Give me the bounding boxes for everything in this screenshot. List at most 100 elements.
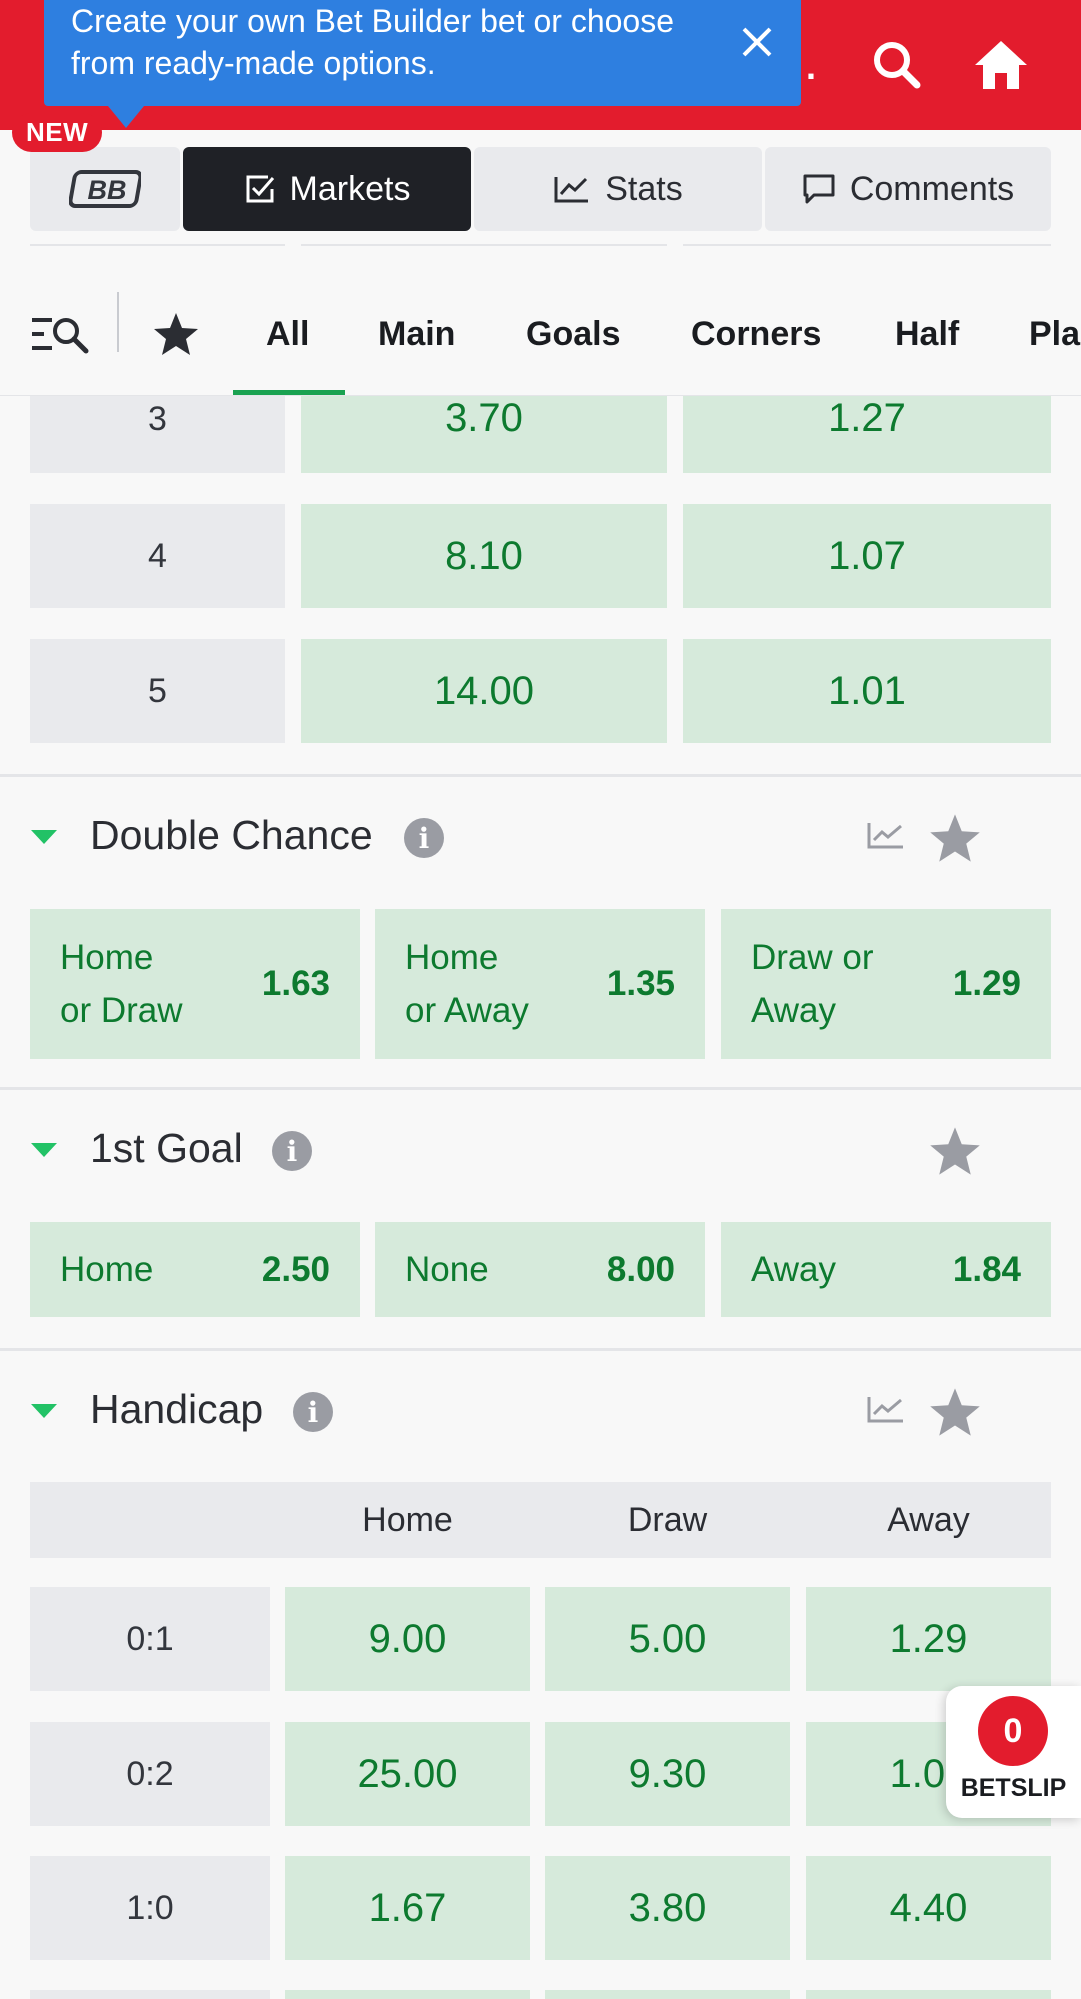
option-label: Home	[60, 938, 154, 977]
tooltip-arrow	[108, 106, 144, 128]
odds-button[interactable]: 14.00	[301, 639, 667, 743]
stats-chart-icon[interactable]	[866, 1394, 906, 1429]
column-header-home: Home	[362, 1500, 453, 1539]
search-icon[interactable]	[862, 30, 932, 100]
section-divider	[0, 1348, 1081, 1351]
table-row: 4 8.10 1.07	[30, 504, 1051, 608]
handicap-column-header: Home Draw Away	[30, 1482, 1051, 1558]
option-odds: 1.35	[606, 964, 675, 1003]
info-icon[interactable]: i	[404, 818, 444, 858]
double-chance-header[interactable]: Double Chance i	[0, 792, 1081, 882]
bet-builder-logo: BB	[69, 170, 141, 208]
double-chance-option[interactable]: Home or Away 1.35	[375, 909, 705, 1059]
odds-button[interactable]	[285, 1990, 530, 1999]
option-odds: 1.29	[952, 964, 1021, 1003]
column-header-away: Away	[887, 1500, 970, 1539]
collapse-icon[interactable]	[31, 830, 57, 844]
odds-button[interactable]: 25.00	[285, 1722, 530, 1826]
handicap-row-label: 0:1	[30, 1587, 270, 1691]
handicap-row-label: 0:2	[30, 1722, 270, 1826]
filter-players[interactable]: Pla	[1029, 272, 1080, 396]
odds-button[interactable]: 8.10	[301, 504, 667, 608]
odds-button[interactable]: 1.07	[683, 504, 1051, 608]
tab-stats-label: Stats	[605, 169, 683, 208]
double-chance-title: Double Chance	[90, 812, 373, 858]
odds-button[interactable]: 9.00	[285, 1587, 530, 1691]
header-dot: .	[806, 46, 817, 87]
table-row	[30, 1990, 1051, 1999]
odds-button[interactable]: 3.80	[545, 1856, 790, 1960]
tab-bet-builder[interactable]: BB	[30, 147, 180, 231]
first-goal-header[interactable]: 1st Goal i	[0, 1105, 1081, 1195]
goals-row-label: 3	[30, 396, 285, 473]
odds-button[interactable]	[545, 1990, 790, 1999]
favorite-star-icon[interactable]	[928, 812, 982, 869]
collapse-icon[interactable]	[31, 1143, 57, 1157]
row-stub	[301, 238, 667, 246]
odds-button[interactable]: 1.01	[683, 639, 1051, 743]
svg-text:BB: BB	[88, 175, 127, 205]
close-icon[interactable]	[729, 14, 785, 70]
tab-comments-label: Comments	[849, 169, 1015, 208]
option-label: Draw or	[751, 938, 874, 977]
section-divider	[0, 774, 1081, 777]
odds-button[interactable]: 1.29	[806, 1587, 1051, 1691]
filter-corners[interactable]: Corners	[691, 272, 821, 396]
tooltip-text: Create your own Bet Builder bet or choos…	[71, 3, 674, 81]
tab-markets[interactable]: Markets	[183, 147, 471, 231]
table-row: 0:2 25.00 9.30 1.06	[30, 1722, 1051, 1826]
info-icon[interactable]: i	[293, 1392, 333, 1432]
odds-button[interactable]: 4.40	[806, 1856, 1051, 1960]
table-row: 1:0 1.67 3.80 4.40	[30, 1856, 1051, 1960]
bet-builder-tooltip: Create your own Bet Builder bet or choos…	[44, 0, 801, 128]
new-badge: NEW	[12, 113, 103, 152]
stats-chart-icon[interactable]	[866, 820, 906, 855]
favorite-star-icon[interactable]	[928, 1125, 982, 1182]
odds-button[interactable]: 5.00	[545, 1587, 790, 1691]
odds-button[interactable]: 1.27	[683, 396, 1051, 473]
handicap-header[interactable]: Handicap i	[0, 1366, 1081, 1456]
option-label: Home	[60, 1250, 154, 1289]
tab-bar: BB Markets Stats Comments	[30, 147, 1051, 231]
star-icon[interactable]	[152, 272, 200, 396]
filter-goals[interactable]: Goals	[526, 272, 620, 396]
option-odds: 2.50	[261, 1249, 330, 1289]
option-label: Away	[751, 991, 836, 1030]
filter-main[interactable]: Main	[378, 272, 455, 396]
tab-stats[interactable]: Stats	[474, 147, 762, 231]
odds-button[interactable]	[806, 1990, 1051, 1999]
option-label: Home	[405, 938, 499, 977]
handicap-title: Handicap	[90, 1386, 264, 1432]
collapse-icon[interactable]	[31, 1404, 57, 1418]
info-icon[interactable]: i	[272, 1131, 312, 1171]
filter-all[interactable]: All	[266, 272, 309, 396]
option-odds: 1.84	[952, 1249, 1021, 1289]
tab-comments[interactable]: Comments	[765, 147, 1051, 231]
first-goal-option[interactable]: Home 2.50	[30, 1222, 360, 1317]
table-row: 5 14.00 1.01	[30, 639, 1051, 743]
option-odds: 8.00	[606, 1249, 675, 1289]
section-divider	[0, 1087, 1081, 1090]
comment-icon	[803, 174, 835, 204]
double-chance-option[interactable]: Draw or Away 1.29	[721, 909, 1051, 1059]
goals-row-label: 5	[30, 639, 285, 743]
filter-search-icon[interactable]	[30, 272, 90, 396]
first-goal-option[interactable]: None 8.00	[375, 1222, 705, 1317]
odds-button[interactable]: 3.70	[301, 396, 667, 473]
goals-row-label: 4	[30, 504, 285, 608]
first-goal-option[interactable]: Away 1.84	[721, 1222, 1051, 1317]
favorite-star-icon[interactable]	[928, 1386, 982, 1443]
market-filters: All Main Goals Corners Half Pla	[0, 272, 1081, 396]
betslip-button[interactable]: 0 BETSLIP	[946, 1686, 1081, 1818]
home-icon[interactable]	[966, 30, 1036, 100]
checkbox-icon	[246, 175, 274, 203]
double-chance-option[interactable]: Home or Draw 1.63	[30, 909, 360, 1059]
row-stub	[30, 238, 285, 246]
odds-button[interactable]: 1.67	[285, 1856, 530, 1960]
filter-half[interactable]: Half	[895, 272, 959, 396]
betslip-label: BETSLIP	[960, 1774, 1067, 1802]
betslip-count-badge: 0	[978, 1696, 1048, 1766]
first-goal-title: 1st Goal	[90, 1125, 243, 1171]
option-label: or Draw	[60, 991, 183, 1030]
odds-button[interactable]: 9.30	[545, 1722, 790, 1826]
